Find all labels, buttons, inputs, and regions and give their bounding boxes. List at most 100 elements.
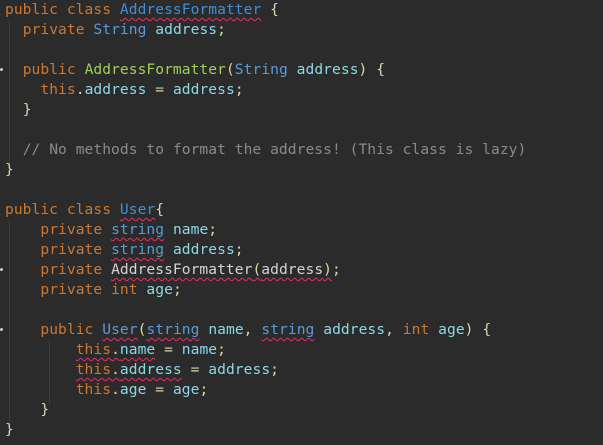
brace: } <box>22 101 32 118</box>
keyword: private <box>40 261 103 278</box>
code-line-4[interactable]: public AddressFormatter(String address) … <box>5 60 385 80</box>
type: string <box>111 241 165 258</box>
paren: ( <box>225 61 235 78</box>
param-name: address <box>323 321 386 338</box>
type: String <box>93 21 147 38</box>
dot: . <box>111 341 120 358</box>
semicolon: ; <box>217 341 226 358</box>
field-name: name <box>172 221 209 238</box>
code-line-19[interactable]: this.address = address; <box>5 360 279 380</box>
identifier: address <box>172 81 235 98</box>
comma: , <box>385 321 394 338</box>
code-line-22[interactable]: } <box>5 420 14 440</box>
param-name: name <box>208 321 244 338</box>
equals: = <box>164 341 173 358</box>
gutter-marker[interactable] <box>0 328 3 331</box>
brace: { <box>482 321 492 338</box>
code-line-5[interactable]: this.address = address; <box>5 80 244 100</box>
type: string <box>261 321 315 338</box>
equals: = <box>155 81 165 98</box>
identifier: AddressFormatter <box>111 261 253 278</box>
semicolon: ; <box>234 241 244 258</box>
field-name: age <box>146 281 173 298</box>
identifier: name <box>181 341 218 358</box>
brace: } <box>40 401 50 418</box>
field-name: age <box>119 381 147 398</box>
keyword: private <box>40 281 103 298</box>
type: int <box>111 281 138 298</box>
type: string <box>111 221 165 238</box>
code-line-9[interactable]: } <box>5 160 14 180</box>
code-line-1[interactable]: public class AddressFormatter { <box>5 0 279 20</box>
this-keyword: this <box>40 81 76 98</box>
semicolon: ; <box>332 261 341 278</box>
this-keyword: this <box>75 341 112 358</box>
brace: { <box>376 61 386 78</box>
keyword: private <box>40 221 103 238</box>
dot: . <box>75 81 85 98</box>
comment: // No methods to format the address! (Th… <box>22 141 527 158</box>
identifier: age <box>172 381 200 398</box>
keyword: class <box>66 1 112 18</box>
semicolon: ; <box>217 21 226 38</box>
this-keyword: this <box>75 381 112 398</box>
code-editor[interactable]: public class AddressFormatter { private … <box>0 0 603 445</box>
field-name: address <box>172 241 235 258</box>
param-name: age <box>438 321 465 338</box>
code-line-20[interactable]: this.age = age; <box>5 380 209 400</box>
code-line-17[interactable]: public User(string name, string address,… <box>5 320 491 340</box>
code-line-2[interactable]: private String address; <box>5 20 226 40</box>
code-line-11[interactable]: public class User{ <box>5 200 164 220</box>
field-name: name <box>119 341 156 358</box>
equals: = <box>155 381 165 398</box>
keyword: private <box>22 21 85 38</box>
type: int <box>402 321 430 338</box>
semicolon: ; <box>208 221 218 238</box>
paren: ) <box>323 261 332 278</box>
this-keyword: this <box>75 361 112 378</box>
identifier: address <box>208 361 271 378</box>
code-line-21[interactable]: } <box>5 400 49 420</box>
class-name: AddressFormatter <box>119 1 262 18</box>
code-line-12[interactable]: private string name; <box>5 220 217 240</box>
semicolon: ; <box>199 381 209 398</box>
code-line-14[interactable]: private AddressFormatter(address); <box>5 260 341 280</box>
code-line-15[interactable]: private int age; <box>5 280 182 300</box>
semicolon: ; <box>234 81 244 98</box>
keyword: public <box>22 61 76 78</box>
field-name: address <box>155 21 218 38</box>
brace: { <box>155 201 165 218</box>
keyword: public <box>5 201 59 218</box>
constructor-name: User <box>102 321 138 338</box>
keyword: public <box>40 321 94 338</box>
constructor-name: AddressFormatter <box>84 61 226 78</box>
semicolon: ; <box>172 281 182 298</box>
brace: } <box>5 421 14 438</box>
keyword: private <box>40 241 103 258</box>
code-line-6[interactable]: } <box>5 100 32 120</box>
equals: = <box>190 361 200 378</box>
comma: , <box>243 321 253 338</box>
paren: ( <box>252 261 262 278</box>
keyword: public <box>5 1 59 18</box>
type: String <box>234 61 288 78</box>
code-line-8[interactable]: // No methods to format the address! (Th… <box>5 140 527 160</box>
gutter-marker[interactable] <box>0 268 3 271</box>
param-name: address <box>296 61 359 78</box>
paren: ) <box>358 61 368 78</box>
field-name: address <box>119 361 182 378</box>
keyword: class <box>66 201 112 218</box>
type: string <box>146 321 200 338</box>
class-name: User <box>119 201 156 218</box>
dot: . <box>111 381 120 398</box>
brace: } <box>5 161 14 178</box>
paren: ) <box>464 321 474 338</box>
identifier: address <box>261 261 324 278</box>
brace: { <box>270 1 279 18</box>
dot: . <box>111 361 120 378</box>
code-line-18[interactable]: this.name = name; <box>5 340 226 360</box>
semicolon: ; <box>270 361 279 378</box>
code-line-13[interactable]: private string address; <box>5 240 244 260</box>
gutter-marker[interactable] <box>0 68 3 71</box>
field-name: address <box>84 81 147 98</box>
